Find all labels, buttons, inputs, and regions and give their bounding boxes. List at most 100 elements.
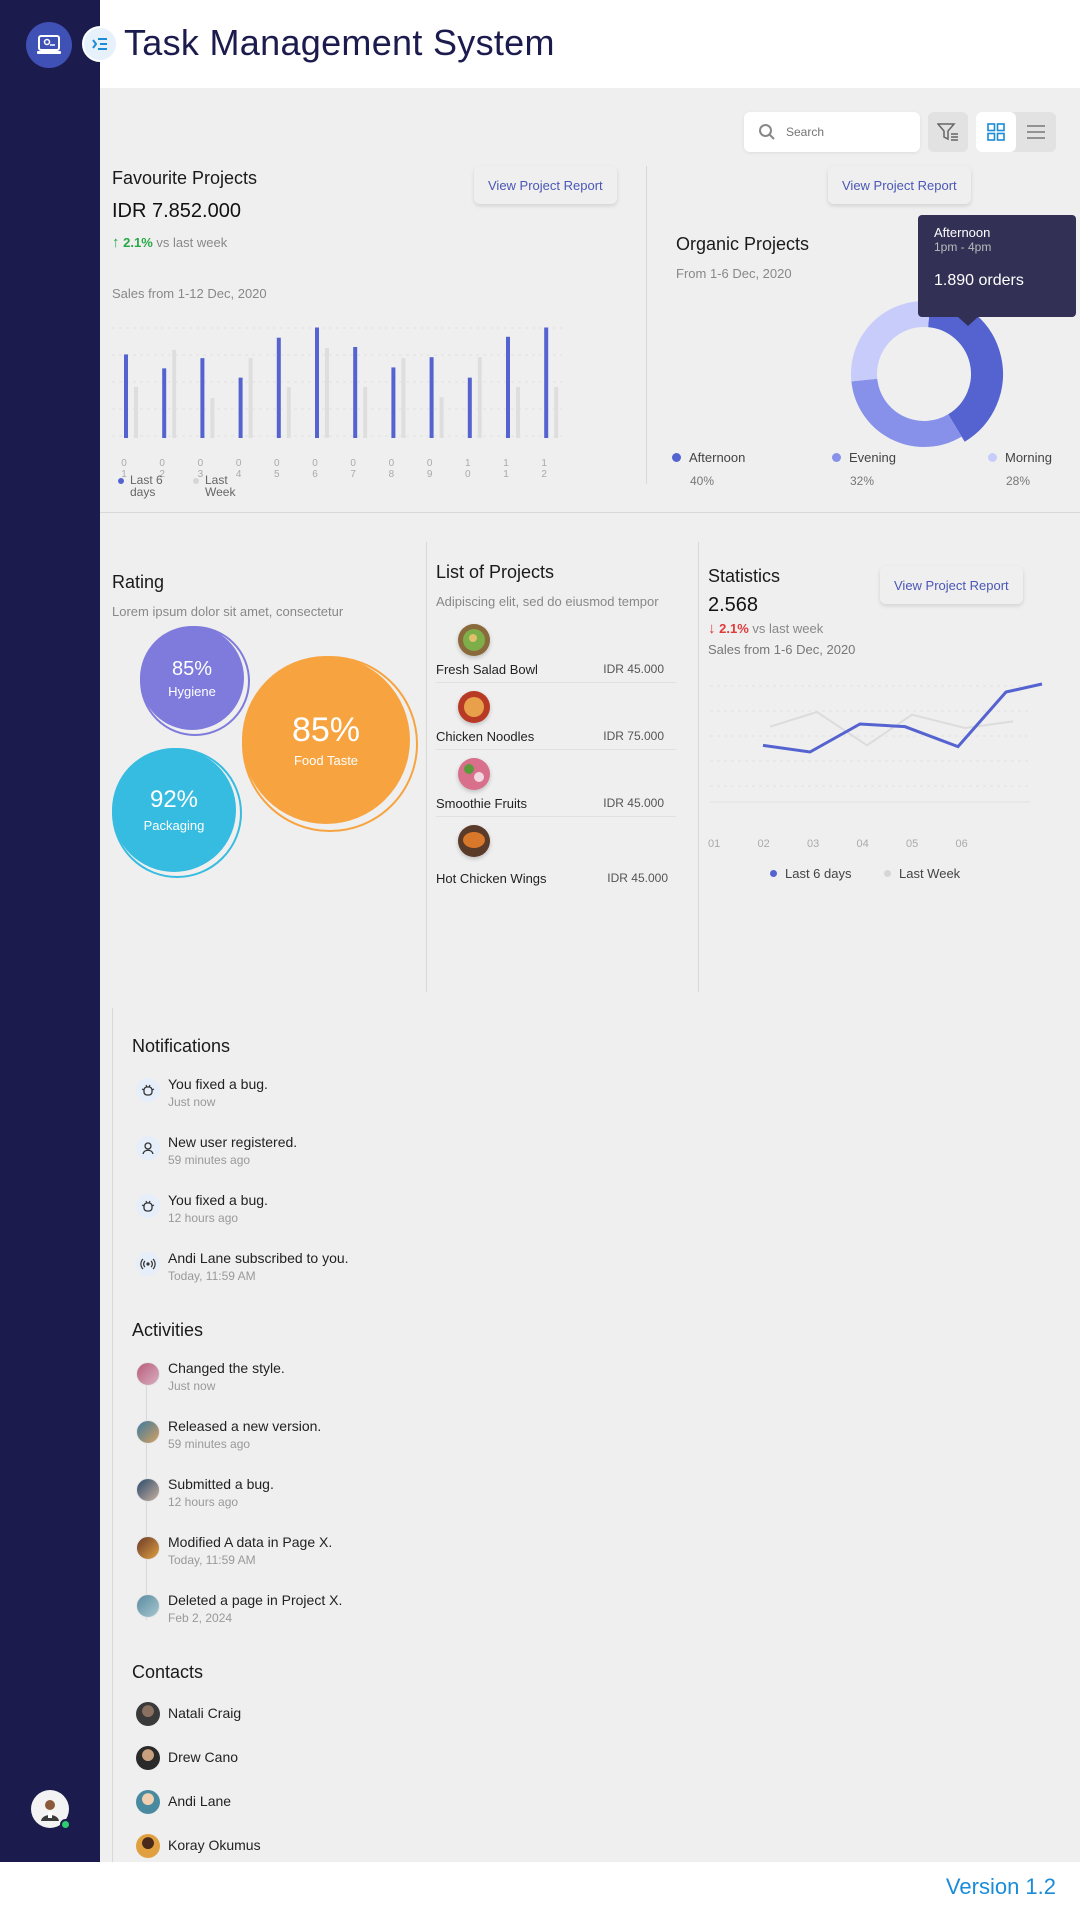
bar-last-week[interactable]	[172, 349, 177, 438]
rating-title: Rating	[112, 572, 165, 592]
bar-last-week[interactable]	[554, 386, 559, 438]
tooltip-arrow	[958, 317, 978, 326]
grid-view-button[interactable]	[976, 112, 1016, 152]
activity-item[interactable]: Deleted a page in Project X. Feb 2, 2024	[132, 1592, 632, 1636]
bar-last-week[interactable]	[286, 386, 291, 438]
bar-last-week[interactable]	[248, 358, 253, 438]
x-tick-label: 10	[465, 458, 471, 480]
broadcast-icon	[136, 1252, 160, 1276]
x-tick-label: 06	[312, 458, 318, 480]
notification-text: New user registered.	[168, 1134, 298, 1150]
bar-last-week[interactable]	[210, 398, 215, 438]
organic-projects-title: Organic Projects	[676, 234, 810, 254]
food-taste-bubble: 85% Food Taste	[242, 656, 410, 824]
sidebar	[0, 0, 100, 1862]
rating-subtitle: Lorem ipsum dolor sit amet, consectetur	[112, 604, 344, 619]
search-box[interactable]	[744, 112, 920, 152]
statistics-view-report-button[interactable]: View Project Report	[880, 566, 1023, 604]
statistics-trend: ↓ 2.1% vs last week	[708, 620, 823, 637]
list-view-button[interactable]	[1016, 112, 1056, 152]
legend-dot	[988, 453, 997, 462]
contact-avatar	[136, 1790, 160, 1814]
notifications-title: Notifications	[132, 1036, 231, 1056]
project-item[interactable]: Hot Chicken Wings IDR 45.000	[436, 825, 676, 886]
project-item[interactable]: Smoothie Fruits IDR 45.000	[436, 758, 676, 817]
bar-last-week[interactable]	[439, 397, 444, 438]
donut-slice-morning[interactable]	[851, 301, 931, 382]
hygiene-bubble: 85% Hygiene	[140, 626, 244, 730]
statistics-line-chart	[710, 682, 1043, 803]
bar-last-6-days[interactable]	[544, 327, 549, 439]
organic-subtitle: From 1-6 Dec, 2020	[676, 266, 792, 281]
bar-last-6-days[interactable]	[429, 357, 434, 438]
organic-view-report-button[interactable]: View Project Report	[828, 166, 971, 204]
favourite-subtitle: Sales from 1-12 Dec, 2020	[112, 286, 267, 301]
activity-text: Deleted a page in Project X.	[168, 1592, 343, 1608]
bar-last-6-days[interactable]	[467, 377, 472, 438]
favourite-trend-text: vs last week	[156, 235, 228, 250]
bar-last-6-days[interactable]	[506, 336, 510, 438]
statistics-value: 2.568	[708, 594, 759, 616]
statistics-trend-pct: 2.1%	[719, 621, 749, 636]
contact-item[interactable]: Andi Lane	[132, 1788, 432, 1816]
search-icon	[759, 124, 775, 140]
app-logo-icon[interactable]	[26, 22, 72, 68]
online-status-dot	[60, 1819, 71, 1830]
organic-legend-afternoon-pct: 40%	[690, 474, 715, 488]
notification-item[interactable]: Andi Lane subscribed to you. Today, 11:5…	[132, 1250, 632, 1294]
menu-toggle-icon[interactable]	[82, 26, 118, 62]
bar-last-6-days[interactable]	[162, 368, 167, 438]
activity-item[interactable]: Changed the style. Just now	[132, 1360, 632, 1404]
statistics-title: Statistics	[708, 566, 781, 586]
project-item[interactable]: Fresh Salad Bowl IDR 45.000	[436, 624, 676, 683]
statistics-legend-lastweek: Last Week	[884, 866, 960, 881]
activity-item[interactable]: Modified A data in Page X. Today, 11:59 …	[132, 1534, 632, 1578]
activity-avatar	[136, 1362, 160, 1386]
organic-legend-morning-pct: 28%	[1006, 474, 1031, 488]
bar-last-week[interactable]	[401, 358, 406, 438]
legend-dot	[832, 453, 841, 462]
activity-item[interactable]: Released a new version. 59 minutes ago	[132, 1418, 632, 1462]
donut-slice-evening[interactable]	[851, 378, 962, 447]
bar-last-week[interactable]	[516, 386, 520, 438]
bar-last-6-days[interactable]	[353, 347, 358, 438]
bar-last-6-days[interactable]	[124, 354, 128, 438]
organic-legend-evening: Evening	[832, 450, 896, 465]
bar-last-6-days[interactable]	[276, 337, 281, 438]
divider	[436, 682, 676, 683]
contact-name: Drew Cano	[168, 1749, 239, 1765]
activity-item[interactable]: Submitted a bug. 12 hours ago	[132, 1476, 632, 1520]
notification-item[interactable]: You fixed a bug. 12 hours ago	[132, 1192, 632, 1236]
bar-last-6-days[interactable]	[391, 367, 396, 438]
packaging-label: Packaging	[143, 817, 205, 833]
divider	[698, 542, 699, 992]
contact-item[interactable]: Drew Cano	[132, 1744, 432, 1772]
divider	[112, 1008, 113, 1862]
notification-item[interactable]: You fixed a bug. Just now	[132, 1076, 632, 1120]
notification-item[interactable]: New user registered. 59 minutes ago	[132, 1134, 632, 1178]
bar-last-week[interactable]	[325, 347, 329, 438]
project-name: Fresh Salad Bowl	[436, 662, 538, 677]
x-tick-label: 06	[955, 838, 968, 850]
project-item[interactable]: Chicken Noodles IDR 75.000	[436, 691, 676, 750]
bar-last-week[interactable]	[477, 357, 482, 438]
favourite-trend-pct: 2.1%	[123, 235, 153, 250]
donut-slice-afternoon[interactable]	[927, 295, 1003, 442]
legend-label: Evening	[849, 450, 896, 465]
bar-last-week[interactable]	[134, 386, 138, 438]
contact-avatar	[136, 1702, 160, 1726]
user-avatar[interactable]	[31, 1790, 71, 1830]
contact-avatar	[136, 1834, 160, 1858]
search-input[interactable]	[786, 125, 896, 139]
bar-last-6-days[interactable]	[200, 358, 205, 438]
x-tick-label: 08	[388, 458, 395, 480]
filter-button[interactable]	[928, 112, 968, 152]
bar-last-6-days[interactable]	[238, 377, 243, 438]
contact-item[interactable]: Natali Craig	[132, 1700, 432, 1728]
main-content: Favourite Projects View Project Report I…	[100, 88, 1080, 1902]
contact-item[interactable]: Koray Okumus	[132, 1832, 432, 1860]
favourite-view-report-button[interactable]: View Project Report	[474, 166, 617, 204]
bar-last-6-days[interactable]	[315, 327, 319, 439]
notification-text: You fixed a bug.	[168, 1076, 268, 1092]
bar-last-week[interactable]	[363, 386, 368, 438]
